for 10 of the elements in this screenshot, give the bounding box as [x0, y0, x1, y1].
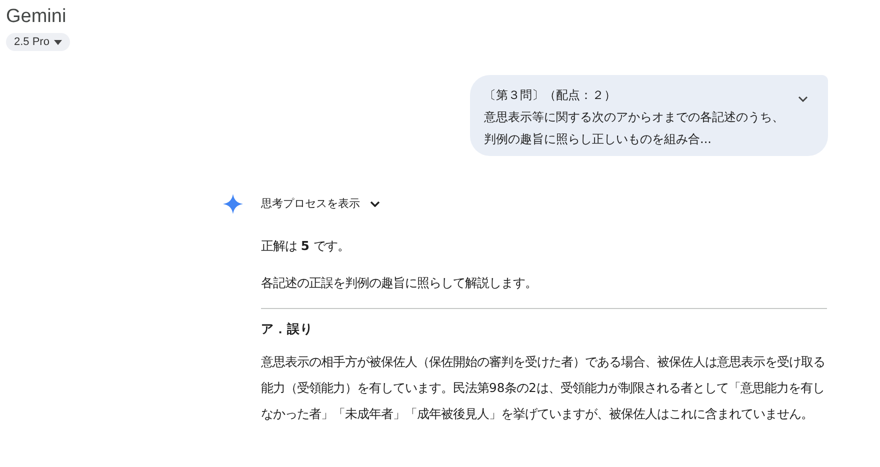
answer-paragraph: 意思表示の相手方が被保佐人（保佐開始の審判を受けた者）である場合、被保佐人は意思表示を受け取る能力（受領能力）を有しています。民法第98条の2は、受領能力が制限される者として「意思能力を有しなかった者」「未成年者」「成年被後見人」を挙げていますが、被保佐人はこれに含まれていません。	[261, 354, 826, 423]
model-selector[interactable]: 2.5 Pro	[6, 33, 70, 51]
prompt-text: 〔第３問〕（配点：２）	[484, 87, 617, 104]
prompt-text: 意思表示等に関する次のアからオまでの各記述のうち、	[484, 109, 784, 126]
app-title: Gemini	[6, 6, 68, 28]
answer-paragraph: 各記述の正誤を判例の趣旨に照らして解説します。	[261, 275, 538, 292]
answer-paragraph: 正解は 5 です。	[261, 238, 350, 255]
show-thinking-button[interactable]: 思考プロセスを表示	[261, 196, 380, 211]
prompt-text: 判例の趣旨に照らし正しいものを組み合...	[484, 131, 712, 148]
section-heading: ア．誤り	[261, 321, 314, 338]
